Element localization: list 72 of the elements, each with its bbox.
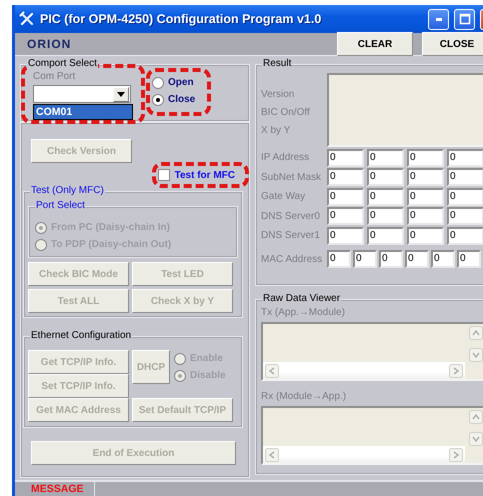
com-port-dropdown[interactable]	[33, 85, 131, 103]
input-field[interactable]: 0	[327, 226, 364, 245]
scroll-up-icon	[469, 410, 483, 424]
input-field[interactable]: 0	[367, 188, 404, 206]
input-field[interactable]: 0	[447, 188, 483, 206]
scroll-up-icon	[469, 326, 483, 340]
horizontal-scrollbar[interactable]	[263, 446, 465, 463]
input-field[interactable]: 0	[405, 250, 429, 268]
scroll-down-icon	[469, 348, 483, 362]
field-label: SubNet Mask	[261, 172, 322, 183]
dropdown-arrow-icon	[117, 92, 125, 96]
logo: ORION	[27, 38, 72, 50]
group-title: Ethernet Configuration	[30, 330, 132, 342]
maximize-icon	[458, 13, 470, 25]
input-field[interactable]: 0	[447, 207, 483, 226]
result-label: Version	[261, 88, 296, 100]
clear-button[interactable]: CLEAR	[337, 32, 413, 56]
input-field[interactable]: 0	[457, 250, 481, 268]
minimize-icon	[436, 18, 442, 20]
scroll-down-icon	[469, 432, 483, 446]
horizontal-scrollbar[interactable]	[263, 362, 465, 379]
input-field[interactable]: 0	[367, 148, 404, 167]
scroll-left-icon	[265, 364, 279, 378]
minimize-button[interactable]	[428, 8, 449, 30]
result-label: X by Y	[261, 124, 292, 136]
scroll-left-icon	[265, 448, 279, 462]
input-field[interactable]: 0	[367, 207, 404, 226]
field-label: Gate Way	[261, 191, 306, 202]
field-label: DNS Server0	[261, 210, 321, 222]
checkbox-label: Test for MFC	[174, 170, 235, 180]
radio-label: Open	[168, 77, 194, 88]
field-label: IP Address	[261, 152, 310, 164]
input-field[interactable]: 0	[447, 168, 483, 186]
input-field[interactable]: 0	[327, 188, 364, 206]
field-label: DNS Server1	[261, 230, 321, 242]
pane-label: Tx (App.→Module)	[261, 306, 346, 320]
text-area[interactable]	[261, 406, 483, 465]
group-title: Test (Only MFC)	[30, 185, 105, 197]
input-field[interactable]: 0	[407, 168, 444, 186]
radio-button[interactable]	[152, 76, 164, 88]
dropdown-item[interactable]: COM01	[34, 105, 132, 119]
pane-label: Rx (Module→App.)	[261, 390, 348, 404]
combo-label: Com Port	[33, 70, 76, 84]
tools-icon	[19, 11, 35, 27]
close-app-button[interactable]: CLOSE	[422, 32, 483, 56]
checkbox[interactable]	[158, 169, 170, 181]
input-field[interactable]: 0	[407, 207, 444, 226]
window-title: PIC (for OPM-4250) Configuration Program v1.0	[40, 12, 322, 26]
input-field[interactable]: 0	[447, 148, 483, 167]
input-field[interactable]: 0	[327, 148, 364, 167]
input-field[interactable]: 0	[431, 250, 455, 268]
maximize-button[interactable]	[454, 8, 475, 30]
input-field[interactable]: 0	[379, 250, 403, 268]
input-field[interactable]: 0	[353, 250, 377, 268]
radio-button[interactable]	[152, 94, 164, 106]
input-field[interactable]: 0	[367, 226, 404, 245]
input-field[interactable]: 0	[407, 188, 444, 206]
input-field[interactable]: 0	[327, 207, 364, 226]
radio-label: Close	[168, 94, 196, 105]
status-message: MESSAGE	[15, 482, 95, 496]
input-field[interactable]: 0	[407, 226, 444, 245]
group-title: Comport Select	[27, 58, 98, 70]
result-label: BIC On/Off	[261, 106, 311, 118]
field-label: MAC Address	[261, 254, 324, 265]
scroll-right-icon	[449, 364, 463, 378]
input-field[interactable]: 0	[447, 226, 483, 245]
input-field[interactable]: 0	[367, 168, 404, 186]
text-area[interactable]	[261, 322, 483, 381]
input-field[interactable]: 0	[327, 168, 364, 186]
input-field[interactable]: 0	[327, 250, 351, 268]
input-field[interactable]: 0	[407, 148, 444, 167]
scroll-right-icon	[449, 448, 463, 462]
